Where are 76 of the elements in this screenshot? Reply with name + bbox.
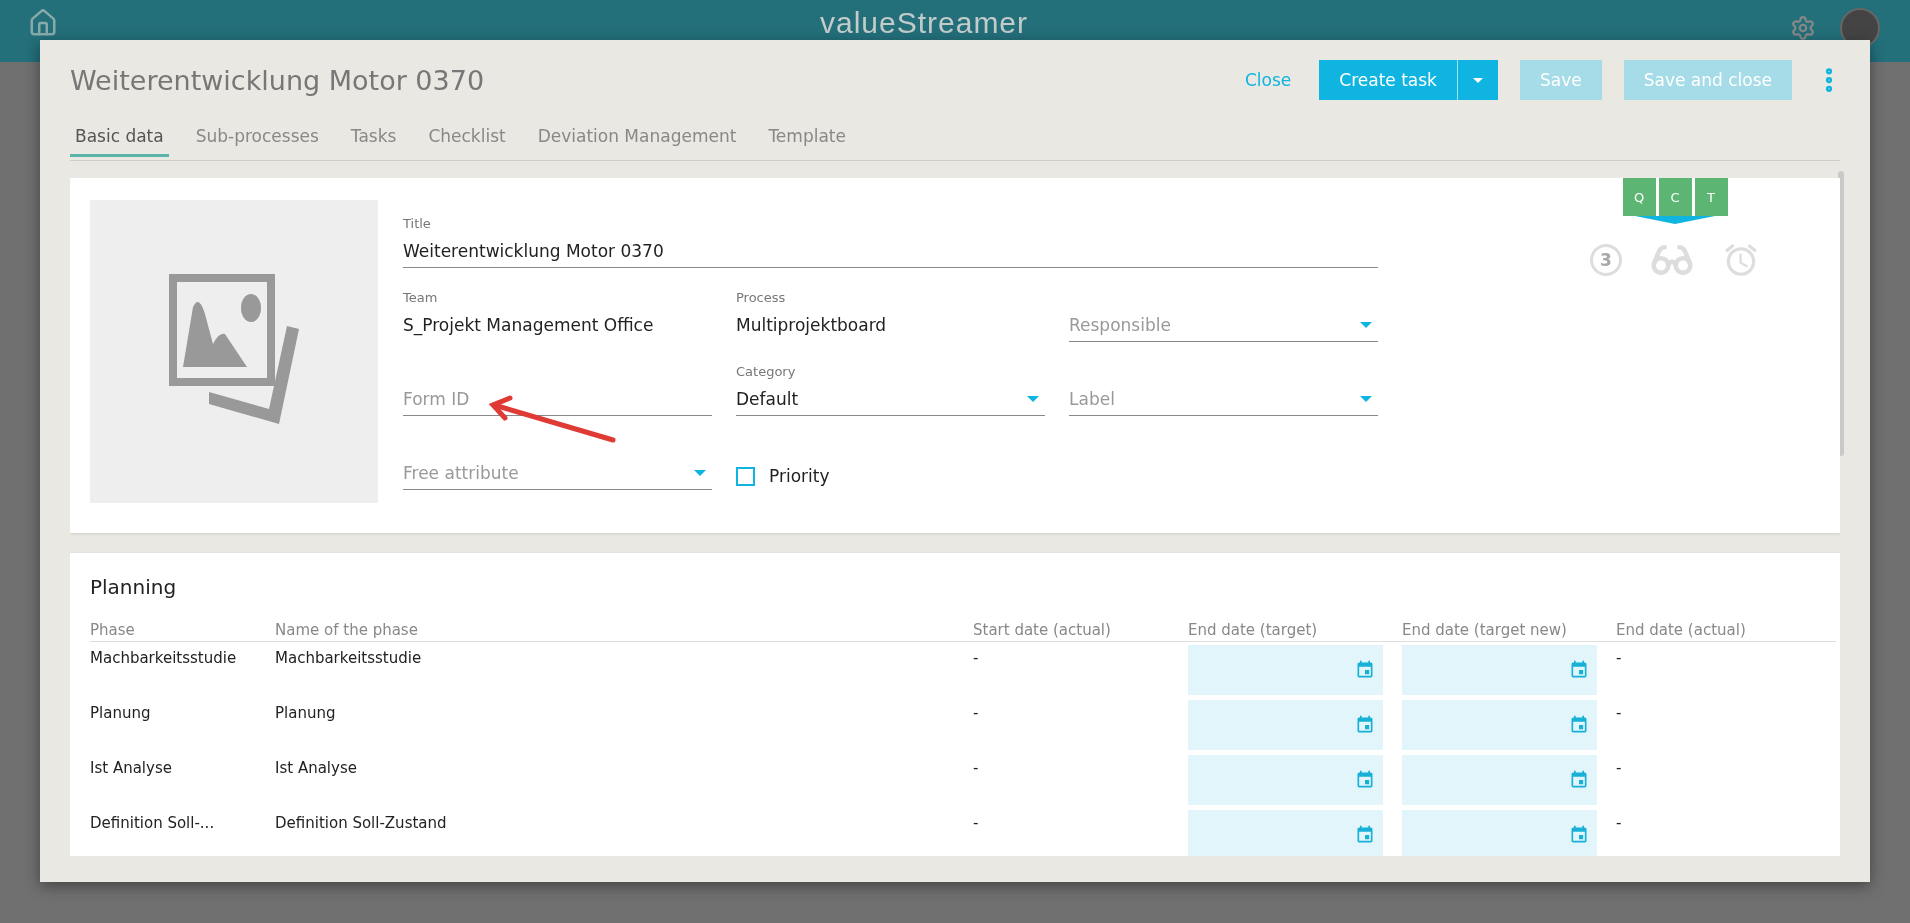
table-cell-text: Planung xyxy=(275,703,337,724)
tab[interactable]: Sub-processes xyxy=(190,120,324,157)
table-cell-text: Ist Analyse xyxy=(90,758,173,779)
calendar-icon[interactable] xyxy=(1355,825,1375,845)
dropdown-button[interactable] xyxy=(1457,60,1498,100)
tab[interactable]: Basic data xyxy=(70,120,169,157)
date-field[interactable] xyxy=(1188,810,1383,856)
caret-icon xyxy=(694,469,706,476)
caret-icon xyxy=(1360,321,1372,328)
date-field[interactable] xyxy=(1402,755,1597,805)
tab[interactable]: Deviation Management xyxy=(532,120,742,157)
checkbox-label: Priority xyxy=(769,466,830,486)
field-value: S_Projekt Management Office xyxy=(403,313,655,338)
dialog-title: Weiterentwicklung Motor 0370 xyxy=(70,64,485,96)
table-cell-text: - xyxy=(973,703,980,724)
table-cell-text: Planung xyxy=(90,703,152,724)
table-cell-text: - xyxy=(973,758,980,779)
count-badge: 3 xyxy=(1590,244,1622,276)
date-field[interactable] xyxy=(1402,700,1597,750)
date-field[interactable] xyxy=(1188,700,1383,750)
caret-icon xyxy=(1472,77,1483,83)
table-cell-text: - xyxy=(1616,648,1623,669)
status-badge[interactable]: C xyxy=(1658,178,1692,216)
field-label: Title xyxy=(403,216,432,233)
status-badge[interactable]: Q xyxy=(1622,178,1656,216)
calendar-icon[interactable] xyxy=(1355,770,1375,790)
column-header: End date (target) xyxy=(1188,621,1402,642)
column-header: Phase xyxy=(90,621,275,642)
table-cell-text: - xyxy=(1616,813,1623,834)
column-header: Name of the phase xyxy=(275,621,973,642)
field-label: Category xyxy=(736,364,797,381)
calendar-icon[interactable] xyxy=(1569,825,1589,845)
create-task-button[interactable]: Create task xyxy=(1319,60,1457,100)
image-placeholder[interactable] xyxy=(90,200,378,503)
priority-checkbox[interactable] xyxy=(736,466,755,486)
date-field[interactable] xyxy=(1402,810,1597,856)
column-header: End date (target new) xyxy=(1402,621,1616,642)
caret-icon xyxy=(1360,395,1372,402)
dropdown-field[interactable]: Default xyxy=(736,382,1045,416)
status-badge[interactable]: T xyxy=(1694,178,1728,216)
dropdown-field[interactable]: Free attribute xyxy=(403,456,712,490)
settings-icon[interactable] xyxy=(1790,15,1816,41)
field-label: Team xyxy=(403,290,439,307)
column-header: Start date (actual) xyxy=(973,621,1188,642)
dropdown-field[interactable]: Label xyxy=(1069,382,1378,416)
calendar-icon[interactable] xyxy=(1569,660,1589,680)
table-cell-text: Definition Soll-... xyxy=(90,813,216,834)
table-cell-text: Ist Analyse xyxy=(275,758,358,779)
table-cell-text: Machbarkeitsstudie xyxy=(90,648,238,669)
dropdown-field[interactable]: Responsible xyxy=(1069,308,1378,342)
tab[interactable]: Checklist xyxy=(423,120,511,157)
table-cell-text: Definition Soll-Zustand xyxy=(275,813,448,834)
input-field[interactable]: Form ID xyxy=(403,382,712,416)
close-link[interactable]: Close xyxy=(1238,70,1298,90)
field-value: Multiprojektboard xyxy=(736,313,888,337)
tab[interactable]: Tasks xyxy=(345,120,402,157)
section-title: Planning xyxy=(90,575,178,599)
input-field[interactable]: Weiterentwicklung Motor 0370 xyxy=(403,234,1378,268)
table-cell-text: - xyxy=(1616,758,1623,779)
table-cell-text: - xyxy=(973,648,980,669)
field-label: Process xyxy=(736,290,787,307)
table-cell-text: - xyxy=(973,813,980,834)
table-cell-text: Machbarkeitsstudie xyxy=(275,648,423,669)
tab[interactable]: Template xyxy=(763,120,851,157)
date-field[interactable] xyxy=(1188,645,1383,695)
column-header: End date (actual) xyxy=(1616,621,1836,642)
app-logo: valueStreamer xyxy=(819,8,1029,38)
calendar-icon[interactable] xyxy=(1569,715,1589,735)
date-field[interactable] xyxy=(1402,645,1597,695)
calendar-icon[interactable] xyxy=(1355,660,1375,680)
calendar-icon[interactable] xyxy=(1355,715,1375,735)
table-cell-text: - xyxy=(1616,703,1623,724)
date-field[interactable] xyxy=(1188,755,1383,805)
caret-icon xyxy=(1027,395,1039,402)
home-icon[interactable] xyxy=(28,8,58,38)
calendar-icon[interactable] xyxy=(1569,770,1589,790)
